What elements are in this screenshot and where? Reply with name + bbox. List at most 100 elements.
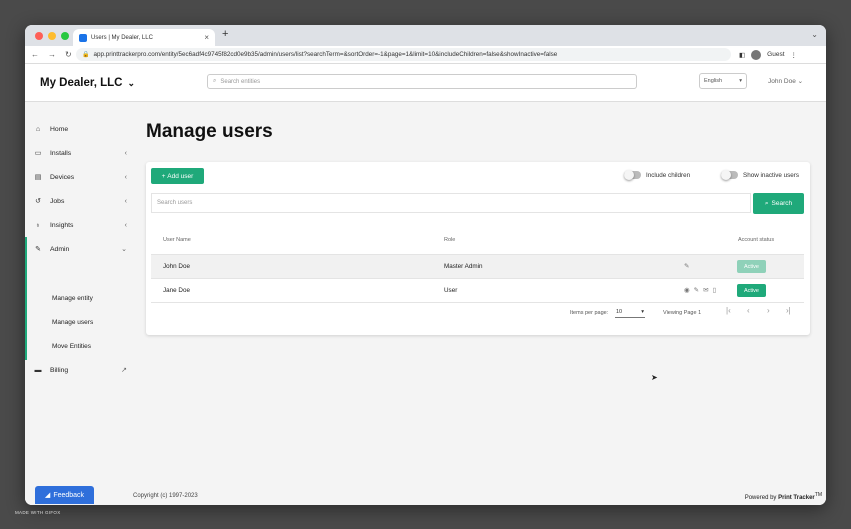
external-link-icon: ↗ [121,367,127,374]
close-dot[interactable] [35,32,43,40]
sidebar-item-label: Devices [50,173,75,181]
browser-toolbar: ← → ↻ 🔒 app.printtrackerpro.com/entity/5… [25,46,826,64]
sidebar-item-home[interactable]: ⌂ Home [25,119,133,139]
show-inactive-toggle[interactable]: Show inactive users [721,170,799,180]
first-page-icon[interactable]: |‹ [726,306,731,315]
sidebar-item-label: Home [50,125,69,133]
items-per-page-value: 10 [616,309,623,315]
forward-icon[interactable]: → [48,50,56,59]
sidebar-sub-move-entities[interactable]: Move Entities [52,343,91,350]
mouse-cursor-icon: ➤ [651,373,658,382]
email-icon[interactable]: ✉ [703,286,708,294]
sidebar-item-insights[interactable]: ♁ Insights ‹ [25,215,133,235]
powered-by: Powered by Print TrackerTM [745,492,822,501]
entity-search-placeholder: Search entities [220,78,261,85]
impersonate-user-icon[interactable]: ◉ [684,286,690,294]
profile-avatar-icon[interactable] [751,49,762,60]
sidebar-item-devices[interactable]: ▤ Devices ‹ [25,167,133,187]
new-tab-button[interactable]: + [222,28,228,40]
table-row[interactable]: John Doe Master Admin ✎ Active [151,254,804,278]
feedback-button[interactable]: ◢ Feedback [35,486,94,504]
toggle-switch[interactable] [624,170,641,180]
include-children-toggle[interactable]: Include children [624,170,691,180]
sidebar-item-installs[interactable]: ▭ Installs ‹ [25,143,133,163]
sidebar-item-label: Insights [50,221,74,229]
home-icon: ⌂ [35,125,41,133]
entity-switcher[interactable]: My Dealer, LLC ⌄ [40,77,135,89]
url-text: app.printtrackerpro.com/entity/5ec6adf4c… [93,51,558,58]
entity-search-input[interactable]: ⌕ Search entities [207,74,637,89]
chevron-left-icon: ‹ [124,173,127,181]
lightbulb-icon: ♁ [35,221,41,229]
profile-label[interactable]: Guest [767,51,784,58]
sidebar-item-admin[interactable]: ✎ Admin ⌄ [25,239,133,259]
menu-kebab-icon[interactable]: ⋮ [791,51,798,59]
copyright: Copyright (c) 1997-2023 [133,493,198,499]
edit-pencil-icon[interactable]: ✎ [694,286,699,294]
user-name: John Doe [768,78,796,85]
page-title: Manage users [146,121,273,142]
credit-card-icon: ▬ [34,366,42,374]
gifox-watermark: MADE WITH GIFOX [15,510,61,515]
tab-list-chevron-icon[interactable]: ⌄ [811,30,818,39]
feedback-label: Feedback [53,491,85,499]
back-icon[interactable]: ← [31,50,39,59]
trademark: TM [814,492,822,498]
search-users-input[interactable]: Search users [151,193,751,213]
browser-window: Users | My Dealer, LLC × + ⌄ ← → ↻ 🔒 app… [25,25,826,505]
chevron-down-icon: ⌄ [797,78,804,85]
column-header-account-status[interactable]: Account status [738,237,774,243]
add-user-button[interactable]: + Add user [151,168,204,184]
window-controls [35,32,69,40]
include-children-label: Include children [646,171,691,179]
sidebar-item-jobs[interactable]: ↺ Jobs ‹ [25,191,133,211]
language-select[interactable]: English ▾ [699,73,747,89]
favicon-icon [79,33,87,42]
sidepanel-icon[interactable]: ◧ [739,51,745,59]
printer-icon: ▤ [34,174,42,181]
user-menu[interactable]: John Doe ⌄ [768,77,803,85]
zoom-dot[interactable] [61,32,69,40]
minimize-dot[interactable] [48,32,56,40]
powered-brand[interactable]: Print Tracker [778,495,815,501]
sidebar-sub-label: Move Entities [52,343,92,350]
delete-trash-icon[interactable]: ▯ [713,286,717,294]
column-header-user-name[interactable]: User Name [163,237,191,243]
url-bar[interactable]: 🔒 app.printtrackerpro.com/entity/5ec6adf… [76,48,731,61]
chevron-left-icon: ‹ [124,221,127,229]
search-users-placeholder: Search users [157,200,193,206]
sidebar-item-label: Jobs [50,197,65,205]
last-page-icon[interactable]: ›| [786,306,791,315]
chevron-down-icon: ⌄ [121,246,127,253]
search-label: Search [771,200,793,207]
reload-icon[interactable]: ↻ [65,50,72,59]
toggle-switch[interactable] [721,170,738,180]
items-per-page-select[interactable]: 10 ▾ [615,307,645,318]
sidebar-sub-manage-users[interactable]: Manage users [52,319,93,326]
chevron-down-icon: ⌄ [127,77,135,88]
role-cell: Master Admin [444,263,483,270]
add-user-label: Add user [167,172,194,180]
powered-prefix: Powered by [744,495,779,501]
edit-pencil-icon[interactable]: ✎ [684,262,689,270]
sidebar-sub-manage-entity[interactable]: Manage entity [52,295,93,302]
caret-down-icon: ▾ [739,78,742,84]
wrench-icon: ✎ [35,246,41,253]
language-value: English [704,78,723,84]
prev-page-icon[interactable]: ‹ [747,306,750,315]
close-tab-icon[interactable]: × [204,33,209,42]
user-name-cell: John Doe [163,263,190,270]
history-icon: ↺ [35,198,41,205]
browser-tab[interactable]: Users | My Dealer, LLC × [73,29,215,46]
user-name-cell: Jane Doe [163,287,190,294]
column-header-role[interactable]: Role [444,237,455,243]
table-row[interactable]: Jane Doe User ◉ ✎ ✉ ▯ Active [151,278,804,302]
megaphone-icon: ◢ [44,492,51,499]
sidebar-item-billing[interactable]: ▬ Billing ↗ [25,360,133,380]
sidebar-sub-label: Manage entity [52,295,93,302]
app-header: My Dealer, LLC ⌄ ⌕ Search entities Engli… [25,64,826,102]
search-button[interactable]: ⌕ Search [753,193,804,214]
users-card: + Add user Include children Show inactiv… [146,162,810,335]
lock-icon: 🔒 [82,52,90,58]
next-page-icon[interactable]: › [767,306,770,315]
